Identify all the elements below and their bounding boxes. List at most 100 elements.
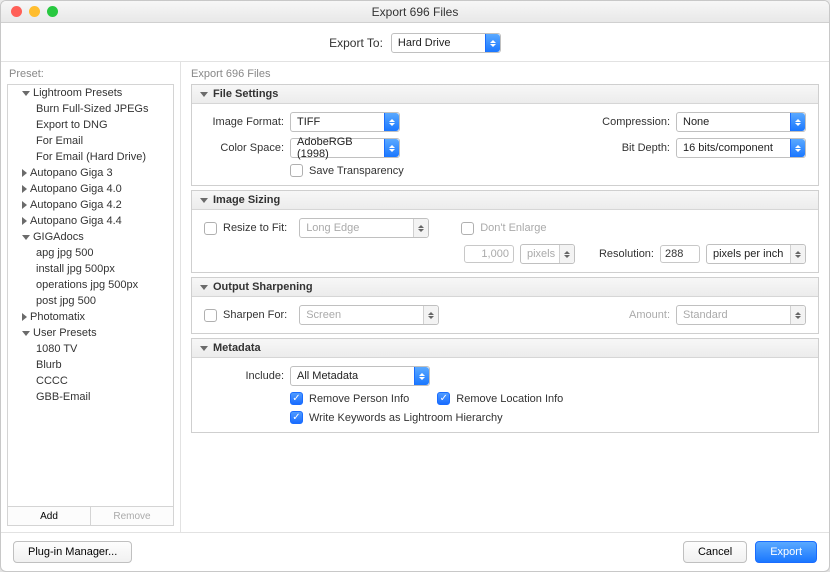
- preset-folder[interactable]: Photomatix: [8, 309, 173, 325]
- resize-to-fit-label: Resize to Fit:: [223, 222, 287, 234]
- write-keywords-label: Write Keywords as Lightroom Hierarchy: [309, 412, 503, 424]
- preset-item[interactable]: Blurb: [8, 357, 173, 373]
- preset-item[interactable]: GBB-Email: [8, 389, 173, 405]
- preset-folder-label: Autopano Giga 4.0: [30, 183, 122, 195]
- disclosure-triangle-icon: [22, 331, 30, 336]
- cancel-button[interactable]: Cancel: [683, 541, 747, 563]
- dont-enlarge-checkbox: [461, 222, 474, 235]
- section-title: Image Sizing: [213, 194, 280, 206]
- main-panel: Export 696 Files File Settings Image For…: [181, 62, 829, 532]
- preset-folder[interactable]: User Presets: [8, 325, 173, 341]
- preset-folder-label: User Presets: [33, 327, 97, 339]
- resize-mode-select: Long Edge: [299, 218, 429, 238]
- disclosure-triangle-icon: [200, 92, 208, 97]
- disclosure-triangle-icon: [22, 169, 27, 177]
- preset-item[interactable]: operations jpg 500px: [8, 277, 173, 293]
- preset-item[interactable]: post jpg 500: [8, 293, 173, 309]
- save-transparency-label: Save Transparency: [309, 165, 404, 177]
- compression-select[interactable]: None: [676, 112, 806, 132]
- disclosure-triangle-icon: [22, 201, 27, 209]
- resolution-label: Resolution:: [599, 248, 654, 260]
- write-keywords-checkbox[interactable]: [290, 411, 303, 424]
- disclosure-triangle-icon: [200, 346, 208, 351]
- preset-item[interactable]: install jpg 500px: [8, 261, 173, 277]
- export-to-row: Export To: Hard Drive: [1, 23, 829, 62]
- color-space-label: Color Space:: [204, 142, 284, 154]
- zoom-icon[interactable]: [47, 6, 58, 17]
- add-preset-button[interactable]: Add: [8, 507, 91, 525]
- resize-to-fit-checkbox[interactable]: [204, 222, 217, 235]
- chevron-updown-icon: [413, 219, 428, 237]
- main-subtitle: Export 696 Files: [191, 68, 819, 80]
- image-format-label: Image Format:: [204, 116, 284, 128]
- disclosure-triangle-icon: [200, 198, 208, 203]
- preset-folder-label: Autopano Giga 4.4: [30, 215, 122, 227]
- preset-folder[interactable]: Autopano Giga 4.4: [8, 213, 173, 229]
- preset-item[interactable]: Burn Full-Sized JPEGs: [8, 101, 173, 117]
- chevron-updown-icon: [790, 245, 805, 263]
- chevron-updown-icon: [790, 139, 805, 157]
- preset-item[interactable]: For Email: [8, 133, 173, 149]
- save-transparency-checkbox[interactable]: [290, 164, 303, 177]
- minimize-icon[interactable]: [29, 6, 40, 17]
- chevron-updown-icon: [414, 367, 429, 385]
- preset-item[interactable]: CCCC: [8, 373, 173, 389]
- color-space-select[interactable]: AdobeRGB (1998): [290, 138, 400, 158]
- dont-enlarge-label: Don't Enlarge: [480, 222, 546, 234]
- preset-folder[interactable]: Autopano Giga 4.2: [8, 197, 173, 213]
- close-icon[interactable]: [11, 6, 22, 17]
- traffic-lights: [11, 6, 58, 17]
- resolution-input[interactable]: [660, 245, 700, 263]
- preset-folder[interactable]: Autopano Giga 4.0: [8, 181, 173, 197]
- chevron-updown-icon: [423, 306, 438, 324]
- chevron-updown-icon: [384, 113, 399, 131]
- include-select[interactable]: All Metadata: [290, 366, 430, 386]
- preset-heading: Preset:: [1, 62, 180, 84]
- remove-person-checkbox[interactable]: [290, 392, 303, 405]
- plugin-manager-button[interactable]: Plug-in Manager...: [13, 541, 132, 563]
- file-settings-header[interactable]: File Settings: [192, 85, 818, 104]
- export-dialog: Export 696 Files Export To: Hard Drive P…: [0, 0, 830, 572]
- dialog-body: Preset: Lightroom Presets Burn Full-Sized…: [1, 62, 829, 532]
- sharpen-for-label: Sharpen For:: [223, 309, 287, 321]
- disclosure-triangle-icon: [22, 313, 27, 321]
- image-format-select[interactable]: TIFF: [290, 112, 400, 132]
- section-title: Metadata: [213, 342, 261, 354]
- export-button[interactable]: Export: [755, 541, 817, 563]
- size-value-input: [464, 245, 514, 263]
- preset-folder-label: Autopano Giga 3: [30, 167, 113, 179]
- disclosure-triangle-icon: [22, 235, 30, 240]
- titlebar: Export 696 Files: [1, 1, 829, 23]
- remove-location-checkbox[interactable]: [437, 392, 450, 405]
- preset-folder-label: GIGAdocs: [33, 231, 84, 243]
- section-title: Output Sharpening: [213, 281, 313, 293]
- preset-tree[interactable]: Lightroom Presets Burn Full-Sized JPEGsEx…: [7, 84, 174, 507]
- output-sharpening-header[interactable]: Output Sharpening: [192, 278, 818, 297]
- window-title: Export 696 Files: [1, 5, 829, 19]
- preset-item[interactable]: 1080 TV: [8, 341, 173, 357]
- metadata-section: Metadata Include: All Metadata Remove Pe…: [191, 338, 819, 433]
- preset-item[interactable]: Export to DNG: [8, 117, 173, 133]
- preset-folder[interactable]: Lightroom Presets: [8, 85, 173, 101]
- export-to-label: Export To:: [329, 36, 383, 50]
- remove-location-label: Remove Location Info: [456, 393, 563, 405]
- preset-folder-label: Lightroom Presets: [33, 87, 122, 99]
- metadata-header[interactable]: Metadata: [192, 339, 818, 358]
- amount-select: Standard: [676, 305, 806, 325]
- preset-folder[interactable]: GIGAdocs: [8, 229, 173, 245]
- export-to-select[interactable]: Hard Drive: [391, 33, 501, 53]
- resolution-unit-select[interactable]: pixels per inch: [706, 244, 806, 264]
- preset-item[interactable]: For Email (Hard Drive): [8, 149, 173, 165]
- remove-preset-button: Remove: [91, 507, 173, 525]
- chevron-updown-icon: [790, 306, 805, 324]
- dialog-footer: Plug-in Manager... Cancel Export: [1, 532, 829, 571]
- image-sizing-header[interactable]: Image Sizing: [192, 191, 818, 210]
- sharpen-for-checkbox[interactable]: [204, 309, 217, 322]
- bit-depth-select[interactable]: 16 bits/component: [676, 138, 806, 158]
- chevron-updown-icon: [790, 113, 805, 131]
- preset-item[interactable]: apg jpg 500: [8, 245, 173, 261]
- preset-folder[interactable]: Autopano Giga 3: [8, 165, 173, 181]
- disclosure-triangle-icon: [22, 185, 27, 193]
- output-sharpening-section: Output Sharpening Sharpen For: Screen Am…: [191, 277, 819, 334]
- disclosure-triangle-icon: [200, 285, 208, 290]
